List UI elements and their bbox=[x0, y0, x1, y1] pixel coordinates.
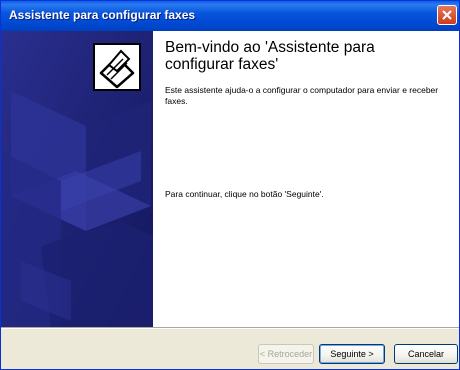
fax-machine-icon bbox=[93, 43, 141, 91]
wizard-content: Bem-vindo ao 'Assistente para configurar… bbox=[1, 31, 459, 327]
fax-wizard-window: Assistente para configurar faxes Bem-vin… bbox=[0, 0, 460, 370]
wizard-side-panel bbox=[1, 31, 153, 327]
next-button[interactable]: Seguinte > bbox=[319, 344, 385, 364]
wizard-intro-text: Este assistente ajuda-o a configurar o c… bbox=[165, 85, 439, 106]
cancel-button[interactable]: Cancelar bbox=[394, 344, 458, 364]
wizard-continue-text: Para continuar, clique no botão 'Seguint… bbox=[165, 189, 324, 199]
title-bar[interactable]: Assistente para configurar faxes bbox=[1, 1, 459, 31]
window-title: Assistente para configurar faxes bbox=[9, 8, 196, 22]
back-button[interactable]: < Retroceder bbox=[258, 344, 314, 364]
close-icon bbox=[442, 10, 452, 20]
close-button[interactable] bbox=[437, 5, 457, 25]
wizard-heading: Bem-vindo ao 'Assistente para configurar… bbox=[165, 39, 375, 73]
wizard-main-area: Bem-vindo ao 'Assistente para configurar… bbox=[153, 31, 459, 327]
button-separator bbox=[1, 327, 459, 329]
